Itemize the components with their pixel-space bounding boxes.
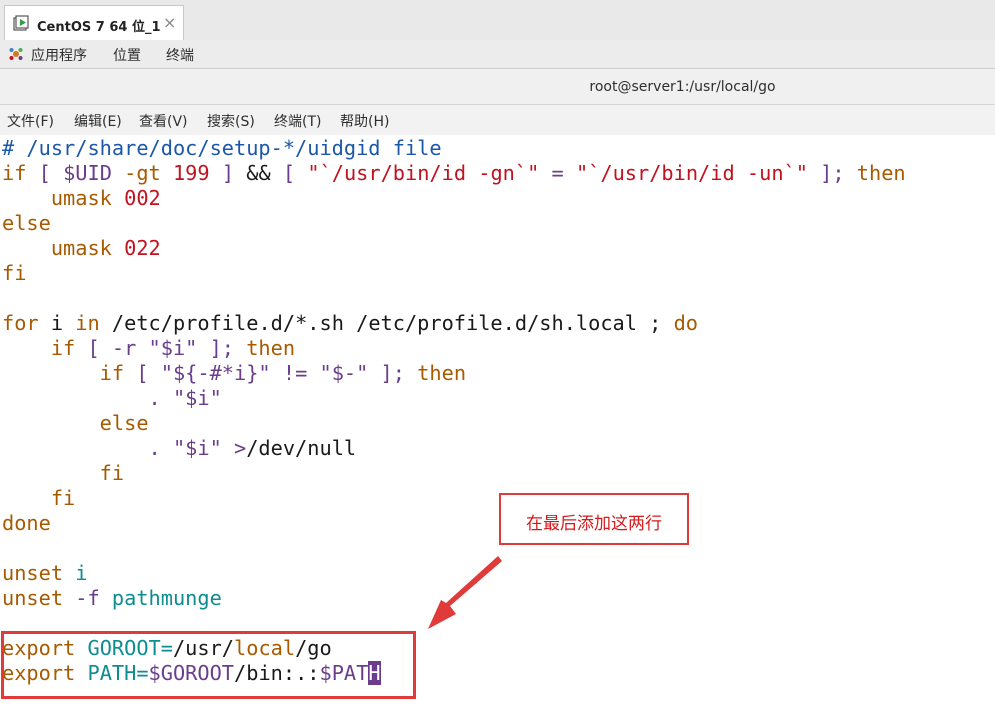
terminal-token: unset (2, 561, 76, 585)
terminal-token: "$i" (148, 336, 198, 360)
terminal-token: fi (2, 261, 27, 285)
terminal-token: then (856, 161, 906, 185)
menu-help[interactable]: 帮助(H) (340, 111, 389, 131)
terminal-token: ]; (197, 336, 247, 360)
terminal-token: "$i" (172, 436, 222, 460)
terminal-token: 199 (172, 161, 210, 185)
menu-terminal[interactable]: 终端(T) (274, 111, 321, 131)
terminal-token: 002 (124, 186, 161, 210)
terminal-line: if [ "${-#*i}" != "$-" ]; then (2, 361, 466, 386)
terminal-token: "`/usr/bin/id -un`" (575, 161, 808, 185)
terminal-token: ]; (807, 161, 857, 185)
terminal-line: done (2, 511, 51, 536)
terminal-line: # /usr/share/doc/setup-*/uidgid file (2, 136, 442, 161)
terminal-token: $UID (63, 161, 112, 185)
terminal-token: i (75, 561, 88, 585)
terminal-token: # /usr/share/doc/setup-*/uidgid file (2, 136, 442, 160)
terminal-line: umask 022 (2, 236, 161, 261)
terminal-token: "${-#*i}" (160, 361, 271, 385)
vm-tab[interactable]: CentOS 7 64 位_1 × (4, 5, 184, 40)
terminal-token: done (2, 511, 51, 535)
menu-view[interactable]: 查看(V) (139, 111, 188, 131)
vm-tab-bar: CentOS 7 64 位_1 × (0, 0, 995, 41)
terminal-token: [ (124, 361, 161, 385)
terminal-token: . (2, 436, 173, 460)
terminal-token: fi (2, 461, 125, 485)
terminal-token: unset (2, 586, 76, 610)
close-icon[interactable]: × (163, 13, 176, 32)
terminal-token: i (38, 311, 76, 335)
terminal-token: pathmunge (111, 586, 222, 610)
terminal-token: 022 (124, 236, 161, 260)
menu-edit[interactable]: 编辑(E) (74, 111, 122, 131)
terminal-token: [ (282, 161, 308, 185)
terminal-token: && (246, 161, 283, 185)
terminal-token: else (2, 411, 149, 435)
annotation-callout: 在最后添加这两行 (499, 493, 689, 545)
terminal-line: for i in /etc/profile.d/*.sh /etc/profil… (2, 311, 698, 336)
menu-search[interactable]: 搜索(S) (207, 111, 255, 131)
top-panel: 应用程序 位置 终端 (0, 40, 995, 69)
annotation-callout-text: 在最后添加这两行 (526, 514, 662, 534)
terminal-panel-menu[interactable]: 终端 (166, 45, 194, 65)
terminal-token: fi (2, 486, 76, 510)
terminal-token: "$-" (319, 361, 369, 385)
terminal-token: if (2, 336, 76, 360)
terminal-line: umask 002 (2, 186, 161, 211)
annotation-arrow-icon (428, 556, 502, 629)
terminal-line: else (2, 411, 149, 436)
terminal-token: [ (26, 161, 64, 185)
terminal-token: ]; (368, 361, 418, 385)
terminal-token: if (2, 161, 27, 185)
terminal-line: . "$i" (2, 386, 222, 411)
menu-file[interactable]: 文件(F) (7, 111, 54, 131)
terminal-token: for (2, 311, 39, 335)
terminal-token: ] (209, 161, 247, 185)
window-titlebar[interactable]: root@server1:/usr/local/go (0, 69, 995, 105)
vm-icon (13, 15, 29, 31)
terminal-line: fi (2, 461, 124, 486)
terminal-token: "$i" (172, 386, 222, 410)
terminal-token: = (539, 161, 576, 185)
terminal-line: fi (2, 261, 26, 286)
terminal-line: unset i (2, 561, 87, 586)
terminal-line: fi (2, 486, 75, 511)
terminal-token: != (270, 361, 320, 385)
terminal-token: umask (2, 236, 125, 260)
menu-bar: 文件(F) 编辑(E) 查看(V) 搜索(S) 终端(T) 帮助(H) (0, 105, 995, 136)
terminal-token: if (2, 361, 125, 385)
terminal-token: then (417, 361, 467, 385)
applications-icon (9, 48, 23, 60)
terminal-token: /dev/null (246, 436, 357, 460)
terminal-token: then (246, 336, 296, 360)
terminal-token: umask (2, 186, 125, 210)
terminal-token: . (2, 386, 173, 410)
added-lines-highlight (1, 631, 416, 699)
terminal-token: -f (75, 586, 112, 610)
terminal-line: else (2, 211, 51, 236)
vm-tab-title: CentOS 7 64 位_1 (37, 20, 161, 35)
terminal-line: if [ -r "$i" ]; then (2, 336, 295, 361)
terminal-line: . "$i" >/dev/null (2, 436, 357, 461)
window-title: root@server1:/usr/local/go (589, 79, 776, 95)
terminal-token: else (2, 211, 51, 235)
applications-menu[interactable]: 应用程序 (31, 45, 87, 65)
terminal-token: > (221, 436, 247, 460)
terminal-token: "`/usr/bin/id -gn`" (307, 161, 540, 185)
places-menu[interactable]: 位置 (113, 45, 141, 65)
terminal-token: -gt (111, 161, 173, 185)
terminal-token: do (673, 311, 699, 335)
terminal-line: unset -f pathmunge (2, 586, 222, 611)
terminal-token: /etc/profile.d/*.sh /etc/profile.d/sh.lo… (99, 311, 674, 335)
terminal-line: if [ $UID -gt 199 ] && [ "`/usr/bin/id -… (2, 161, 906, 186)
terminal-token: in (75, 311, 100, 335)
terminal-token: [ -r (75, 336, 149, 360)
